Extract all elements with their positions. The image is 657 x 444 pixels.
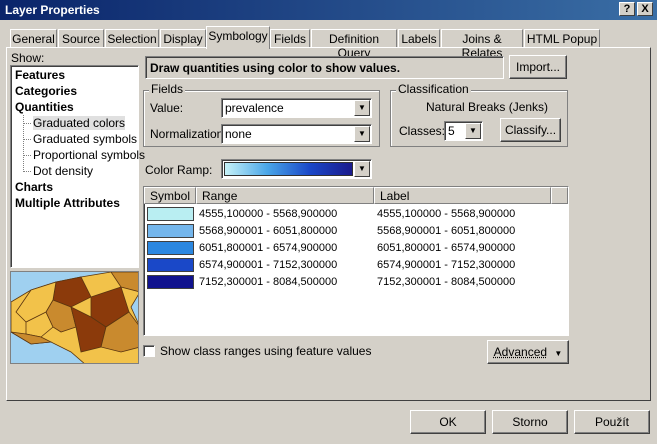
show-label: Show:	[11, 51, 45, 65]
show-class-ranges-label: Show class ranges using feature values	[160, 344, 372, 358]
class-label[interactable]: 7152,300001 - 8084,500000	[377, 276, 515, 288]
normalization-dropdown[interactable]: none ▼	[221, 124, 372, 144]
tree-item-graduated-symbols[interactable]: Graduated symbols	[33, 132, 137, 146]
class-range[interactable]: 5568,900001 - 6051,800000	[199, 225, 337, 237]
class-label[interactable]: 4555,100000 - 5568,900000	[377, 208, 515, 220]
apply-button[interactable]: Použít	[574, 410, 650, 434]
value-dropdown-text: prevalence	[225, 101, 284, 115]
show-class-ranges-checkbox[interactable]	[143, 345, 155, 357]
window-title: Layer Properties	[5, 3, 100, 17]
class-symbol[interactable]	[147, 224, 194, 238]
tree-connector	[23, 171, 31, 172]
column-header-spacer	[551, 187, 568, 204]
tab-joins-relates[interactable]: Joins & Relates	[441, 29, 523, 60]
chevron-down-icon: ▼	[554, 349, 563, 358]
class-range[interactable]: 6574,900001 - 7152,300000	[199, 259, 337, 271]
value-dropdown[interactable]: prevalence ▼	[221, 98, 372, 118]
class-range[interactable]: 6051,800001 - 6574,900000	[199, 242, 337, 254]
classes-dropdown[interactable]: 5 ▼	[444, 121, 483, 141]
tree-connector	[23, 139, 31, 140]
color-ramp-dropdown[interactable]: ▼	[221, 159, 372, 179]
advanced-button[interactable]: Advanced ▼	[487, 340, 569, 364]
map-preview-image	[11, 272, 138, 363]
title-bar[interactable]: Layer Properties ? X	[0, 0, 657, 20]
tree-item-graduated-colors[interactable]: Graduated colors	[33, 116, 126, 130]
tree-item-multiple-attributes[interactable]: Multiple Attributes	[15, 196, 120, 210]
column-header-symbol[interactable]: Symbol	[144, 187, 196, 204]
classification-method: Natural Breaks (Jenks)	[426, 100, 549, 114]
chevron-down-icon[interactable]: ▼	[354, 161, 370, 177]
close-button[interactable]: X	[637, 2, 653, 16]
normalization-label: Normalization:	[150, 127, 227, 141]
cancel-button[interactable]: Storno	[492, 410, 568, 434]
class-symbol[interactable]	[147, 207, 194, 221]
tree-item-categories[interactable]: Categories	[15, 84, 77, 98]
color-ramp-swatch	[224, 162, 353, 176]
chevron-down-icon[interactable]: ▼	[354, 100, 370, 116]
description-text: Draw quantities using color to show valu…	[145, 56, 504, 79]
tab-symbology[interactable]: Symbology	[206, 26, 270, 49]
table-row[interactable]: 4555,100000 - 5568,900000 4555,100000 - …	[144, 206, 564, 223]
tree-connector	[23, 123, 31, 124]
value-label: Value:	[150, 101, 184, 115]
table-row[interactable]: 5568,900001 - 6051,800000 5568,900001 - …	[144, 223, 564, 240]
tree-item-quantities[interactable]: Quantities	[15, 100, 74, 114]
tab-selection[interactable]: Selection	[105, 29, 159, 48]
classification-group-label: Classification	[396, 82, 471, 96]
class-label[interactable]: 6051,800001 - 6574,900000	[377, 242, 515, 254]
tree-item-features[interactable]: Features	[15, 68, 65, 82]
advanced-button-label: Advanced	[493, 345, 548, 359]
import-button[interactable]: Import...	[509, 55, 567, 79]
column-header-range[interactable]: Range	[196, 187, 374, 204]
tree-item-dot-density[interactable]: Dot density	[33, 164, 93, 178]
tab-html-popup[interactable]: HTML Popup	[524, 29, 600, 48]
class-table[interactable]: Symbol Range Label 4555,100000 - 5568,90…	[143, 186, 569, 336]
class-label[interactable]: 6574,900001 - 7152,300000	[377, 259, 515, 271]
color-ramp-label: Color Ramp:	[145, 163, 213, 177]
tab-fields[interactable]: Fields	[270, 29, 310, 48]
classify-button[interactable]: Classify...	[500, 118, 561, 142]
class-range[interactable]: 7152,300001 - 8084,500000	[199, 276, 337, 288]
chevron-down-icon[interactable]: ▼	[465, 123, 481, 139]
tree-item-charts[interactable]: Charts	[15, 180, 53, 194]
classes-label: Classes:	[399, 124, 446, 138]
show-tree[interactable]: Features Categories Quantities Graduated…	[10, 65, 145, 268]
tree-item-proportional-symbols[interactable]: Proportional symbols	[33, 148, 145, 162]
chevron-down-icon[interactable]: ▼	[354, 126, 370, 142]
map-preview	[10, 271, 139, 364]
help-button[interactable]: ?	[619, 2, 635, 16]
class-symbol[interactable]	[147, 258, 194, 272]
class-symbol[interactable]	[147, 275, 194, 289]
normalization-dropdown-text: none	[225, 127, 252, 141]
table-row[interactable]: 7152,300001 - 8084,500000 7152,300001 - …	[144, 274, 564, 291]
tab-definition-query[interactable]: Definition Query	[311, 29, 397, 60]
class-range[interactable]: 4555,100000 - 5568,900000	[199, 208, 337, 220]
table-row[interactable]: 6574,900001 - 7152,300000 6574,900001 - …	[144, 257, 564, 274]
fields-group-label: Fields	[149, 82, 186, 96]
column-header-label[interactable]: Label	[374, 187, 551, 204]
class-label[interactable]: 5568,900001 - 6051,800000	[377, 225, 515, 237]
tab-labels[interactable]: Labels	[398, 29, 440, 48]
tree-connector	[23, 155, 31, 156]
tab-general[interactable]: General	[10, 29, 57, 48]
ok-button[interactable]: OK	[410, 410, 486, 434]
tab-source[interactable]: Source	[58, 29, 104, 48]
class-symbol[interactable]	[147, 241, 194, 255]
classes-dropdown-text: 5	[448, 124, 455, 138]
table-row[interactable]: 6051,800001 - 6574,900000 6051,800001 - …	[144, 240, 564, 257]
tab-display[interactable]: Display	[160, 29, 206, 48]
